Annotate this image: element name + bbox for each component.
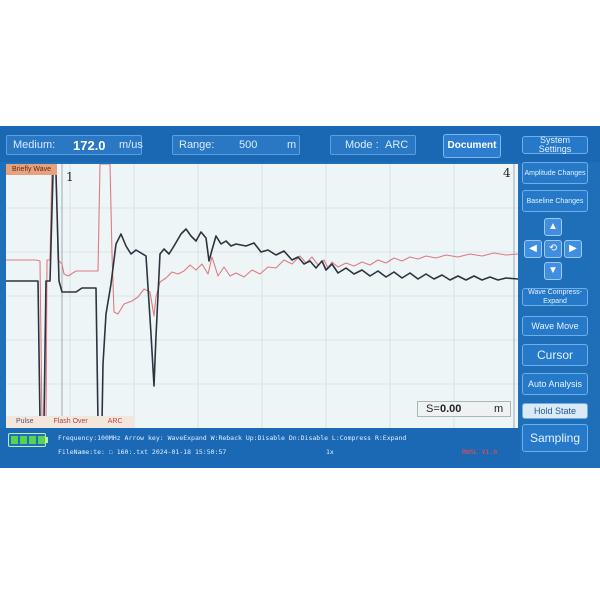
- mode-tabs: Pulse Flash Over ARC: [6, 416, 133, 428]
- mode-field[interactable]: Mode : ARC: [330, 135, 416, 155]
- battery-icon: [8, 433, 46, 447]
- cursor-button[interactable]: Cursor: [522, 344, 588, 366]
- status-zoom: 1x: [326, 448, 334, 456]
- auto-analysis-button[interactable]: Auto Analysis: [522, 373, 588, 395]
- device-screen: Medium: 172.0 m/us Range: 500 m Mode : A…: [0, 126, 600, 468]
- range-field[interactable]: Range: 500 m: [172, 135, 300, 155]
- system-settings-button[interactable]: System Settings: [522, 136, 588, 154]
- amplitude-changes-button[interactable]: Amplitude Changes: [522, 162, 588, 184]
- sampling-button[interactable]: Sampling: [522, 424, 588, 452]
- arrow-left-icon[interactable]: ◀: [524, 240, 542, 258]
- monitor-bezel-bottom: [0, 468, 600, 600]
- arrow-up-icon[interactable]: ▲: [544, 218, 562, 236]
- waveform-chart: [6, 164, 518, 428]
- wave-compress-expand-button[interactable]: Wave Compress-Expand: [522, 288, 588, 306]
- version-label: RWSL V1.0: [462, 448, 498, 456]
- medium-unit: m/us: [119, 139, 143, 151]
- mode-value: ARC: [385, 139, 409, 151]
- status-line-1: Frequency:100MHz Arrow key: WaveExpand W…: [58, 434, 407, 442]
- arrow-down-icon[interactable]: ▼: [544, 262, 562, 280]
- status-line-2: FileName:te: ☐ 160:.txt 2024-01-18 15:50…: [58, 448, 227, 456]
- arrow-right-icon[interactable]: ▶: [564, 240, 582, 258]
- top-toolbar: Medium: 172.0 m/us Range: 500 m Mode : A…: [0, 126, 600, 162]
- battery-tip-icon: [46, 437, 48, 443]
- center-button-icon[interactable]: ⟲: [544, 240, 562, 258]
- monitor-bezel-top: [0, 0, 600, 126]
- tab-flash-over[interactable]: Flash Over: [44, 416, 98, 428]
- cursor-1-label: 1: [66, 170, 74, 184]
- document-button[interactable]: Document: [443, 134, 501, 158]
- medium-label: Medium:: [13, 139, 56, 151]
- medium-field[interactable]: Medium: 172.0 m/us: [6, 135, 143, 155]
- distance-value: 0.00: [440, 403, 462, 415]
- distance-unit: m: [494, 403, 504, 415]
- status-bar: Frequency:100MHz Arrow key: WaveExpand W…: [0, 428, 520, 468]
- distance-label: S=: [426, 403, 440, 415]
- tab-arc[interactable]: ARC: [98, 416, 133, 428]
- hold-state-button[interactable]: Hold State: [522, 403, 588, 419]
- plot-grid: [6, 164, 518, 428]
- range-label: Range:: [179, 139, 215, 151]
- range-unit: m: [287, 139, 297, 151]
- distance-readout: S= 0.00 m: [417, 401, 511, 417]
- wave-move-button[interactable]: Wave Move: [522, 316, 588, 336]
- medium-value: 172.0: [73, 138, 106, 153]
- mode-label: Mode :: [345, 139, 379, 151]
- range-value: 500: [239, 139, 258, 151]
- tab-pulse[interactable]: Pulse: [6, 416, 44, 428]
- baseline-changes-button[interactable]: Baseline Changes: [522, 190, 588, 212]
- cursor-4-label: 4: [503, 166, 511, 180]
- wave-mode-tag: Briefly Wave: [6, 164, 58, 175]
- waveform-plot[interactable]: Briefly Wave 1 4 S= 0.00 m Pulse Flash Ov…: [6, 164, 518, 428]
